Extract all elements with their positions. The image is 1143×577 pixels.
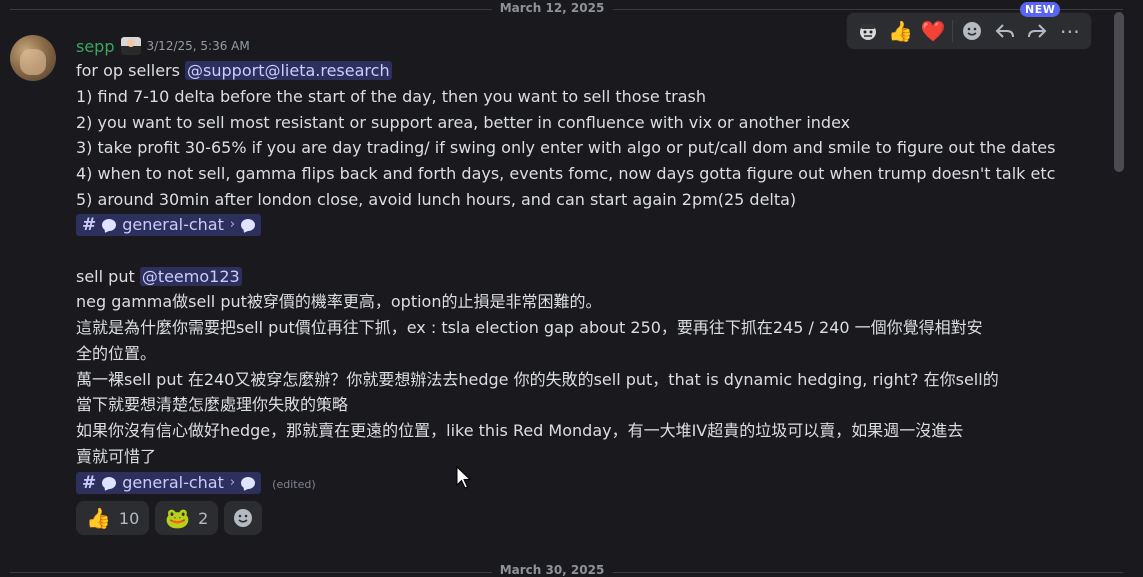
reaction-count: 10 <box>118 508 140 528</box>
line-text: for op sellers <box>76 61 186 80</box>
message-line-10: 這就是為什麼你需要把sell put價位再往下抓，ex : tsla elect… <box>76 318 983 337</box>
message-line-6: 5) around 30min after london close, avoi… <box>76 190 797 209</box>
hash-icon: # <box>82 473 97 493</box>
thumbs-up-button[interactable]: 👍 <box>885 15 915 47</box>
chat-bubble-icon <box>241 219 256 231</box>
chat-bubble-icon <box>102 219 117 231</box>
username[interactable]: sepp <box>76 37 115 56</box>
channel-name: general-chat <box>122 473 224 492</box>
more-icon: ⋯ <box>1059 19 1080 43</box>
frog-icon: 🐸 <box>165 506 191 530</box>
scrollbar-thumb[interactable] <box>1114 12 1124 172</box>
channel-link-2-row: # general-chat › (edited) <box>76 472 316 496</box>
reaction-frog[interactable]: 🐸 2 <box>155 501 219 535</box>
new-badge: NEW <box>1020 2 1061 17</box>
message-line-8: sell put @teemo123 <box>76 266 242 288</box>
message-line-3: 2) you want to sell most resistant or su… <box>76 113 851 132</box>
message-line-4: 3) take profit 30-65% if you are day tra… <box>76 138 1056 157</box>
date-divider-bottom-label: March 30, 2025 <box>491 563 613 577</box>
avatar-emoji-icon <box>860 24 877 40</box>
chat-bubble-icon <box>241 477 256 489</box>
avatar-emoji-button[interactable] <box>853 15 883 47</box>
chevron-right-icon: › <box>229 475 236 490</box>
message-toolbar: 👍 ❤️ ⋯ <box>846 12 1092 50</box>
line-text: sell put <box>76 267 140 286</box>
role-icon[interactable] <box>120 37 141 55</box>
channel-name: general-chat <box>122 215 224 234</box>
forward-icon <box>1028 24 1047 38</box>
channel-link-general-chat[interactable]: # general-chat › <box>76 472 262 494</box>
reaction-count: 2 <box>198 508 209 528</box>
channel-link-general-chat[interactable]: # general-chat › <box>76 214 262 236</box>
channel-link-1-row: # general-chat › <box>76 214 262 236</box>
chat-bubble-icon <box>102 477 117 489</box>
message-header: sepp 3/12/25, 5:36 AM <box>76 36 250 56</box>
add-reaction-icon <box>234 509 253 527</box>
reply-icon <box>995 24 1014 38</box>
add-reaction-button[interactable] <box>957 15 987 47</box>
message-line-13: 當下就要想清楚怎麼處理你失敗的策略 <box>76 395 349 414</box>
timestamp[interactable]: 3/12/25, 5:36 AM <box>147 39 250 53</box>
forward-button[interactable] <box>1022 15 1052 47</box>
edited-label: (edited) <box>272 478 316 491</box>
more-button[interactable]: ⋯ <box>1055 15 1085 47</box>
heart-icon: ❤️ <box>920 19 946 43</box>
message-line-5: 4) when to not sell, gamma flips back an… <box>76 164 1056 183</box>
message-line-1: for op sellers @support@lieta.research <box>76 60 392 82</box>
reactions: 👍 10 🐸 2 <box>76 501 263 535</box>
avatar[interactable] <box>10 35 56 81</box>
toolbar-separator <box>952 20 954 42</box>
thumbs-up-icon: 👍 <box>86 506 111 530</box>
heart-button[interactable]: ❤️ <box>918 15 948 47</box>
avatar-face <box>20 49 46 75</box>
thumbs-up-icon: 👍 <box>888 19 914 43</box>
message-line-11: 全的位置。 <box>76 344 157 363</box>
mention-teemo[interactable]: @teemo123 <box>139 267 242 286</box>
message-line-15: 賣就可惜了 <box>76 447 157 466</box>
date-divider-top-label: March 12, 2025 <box>491 1 613 15</box>
message-line-14: 如果你沒有信心做好hedge，那就賣在更遠的位置，like this Red M… <box>76 421 964 440</box>
message-line-2: 1) find 7-10 delta before the start of t… <box>76 87 706 106</box>
add-reaction-button[interactable] <box>224 501 263 535</box>
chevron-right-icon: › <box>229 217 236 232</box>
mention-support[interactable]: @support@lieta.research <box>185 61 392 80</box>
reply-button[interactable] <box>990 15 1020 47</box>
add-reaction-icon <box>963 22 982 40</box>
reaction-thumbs-up[interactable]: 👍 10 <box>76 501 150 535</box>
message-line-12: 萬一裸sell put 在240又被穿怎麼辦？你就要想辦法去hedge 你的失敗… <box>76 370 999 389</box>
message-line-9: neg gamma做sell put被穿價的機率更高，option的止損是非常困… <box>76 292 602 311</box>
hash-icon: # <box>82 215 97 235</box>
